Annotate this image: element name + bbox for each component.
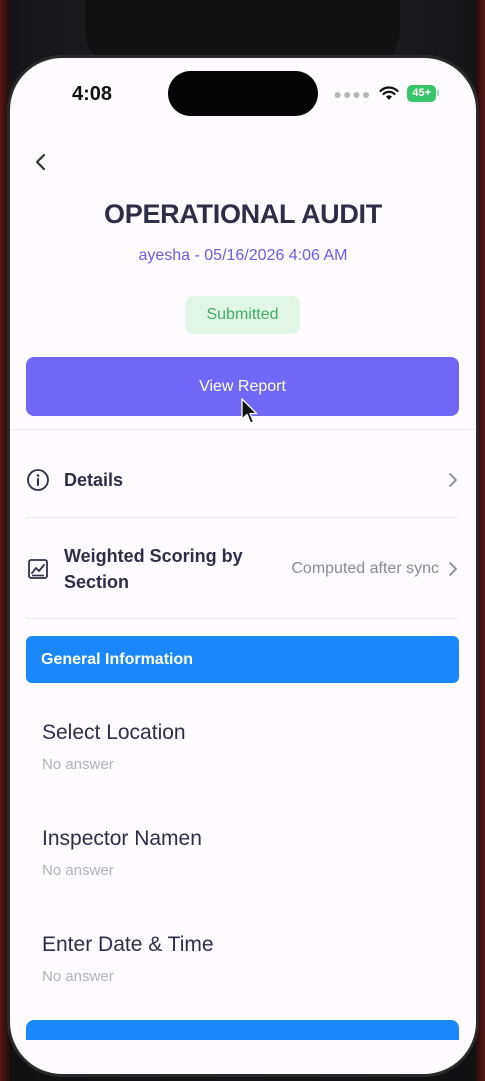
status-time: 4:08: [72, 83, 113, 105]
chevron-right-icon: [449, 562, 457, 576]
status-indicators: ●●●● 45+: [333, 85, 439, 102]
status-bar: 4:08 ●●●● 45+: [10, 58, 476, 138]
details-row[interactable]: Details: [26, 458, 459, 502]
question-date-time[interactable]: Enter Date & Time No answer: [42, 931, 442, 985]
view-report-button[interactable]: View Report: [26, 357, 459, 416]
question-inspector-name[interactable]: Inspector Namen No answer: [42, 825, 442, 879]
divider: [10, 429, 476, 430]
next-section-header[interactable]: [26, 1020, 459, 1040]
question-label: Inspector Namen: [42, 827, 202, 850]
info-icon: [27, 469, 49, 491]
case-edge-right: [475, 0, 485, 1081]
phone-screen: 4:08 ●●●● 45+ OPERATIONAL AUDIT ayesha -…: [10, 58, 476, 1074]
signal-icon: ●●●●: [333, 85, 372, 102]
chevron-right-icon: [449, 473, 457, 487]
battery-icon: 45+: [407, 85, 439, 102]
wifi-icon: [379, 86, 399, 100]
question-answer: No answer: [42, 756, 114, 773]
divider: [26, 618, 459, 619]
weighted-scoring-row[interactable]: Weighted Scoring by Section Computed aft…: [26, 538, 459, 600]
question-label: Select Location: [42, 721, 186, 744]
status-badge: Submitted: [185, 296, 300, 334]
question-label: Enter Date & Time: [42, 933, 214, 956]
back-button[interactable]: [30, 150, 54, 174]
case-edge-left: [0, 0, 10, 1081]
question-select-location[interactable]: Select Location No answer: [42, 719, 442, 773]
divider: [26, 517, 459, 518]
chart-icon: [28, 559, 48, 579]
weighted-scoring-label: Weighted Scoring by Section: [64, 546, 243, 592]
back-chevron-icon: [35, 153, 46, 171]
dynamic-island: [168, 71, 318, 116]
question-answer: No answer: [42, 968, 114, 985]
question-answer: No answer: [42, 862, 114, 879]
audit-meta: ayesha - 05/16/2026 4:06 AM: [138, 247, 348, 264]
page-title: OPERATIONAL AUDIT: [104, 199, 382, 229]
details-label: Details: [64, 470, 124, 490]
section-general-information[interactable]: General Information: [26, 636, 459, 683]
weighted-scoring-value: Computed after sync: [291, 560, 439, 577]
